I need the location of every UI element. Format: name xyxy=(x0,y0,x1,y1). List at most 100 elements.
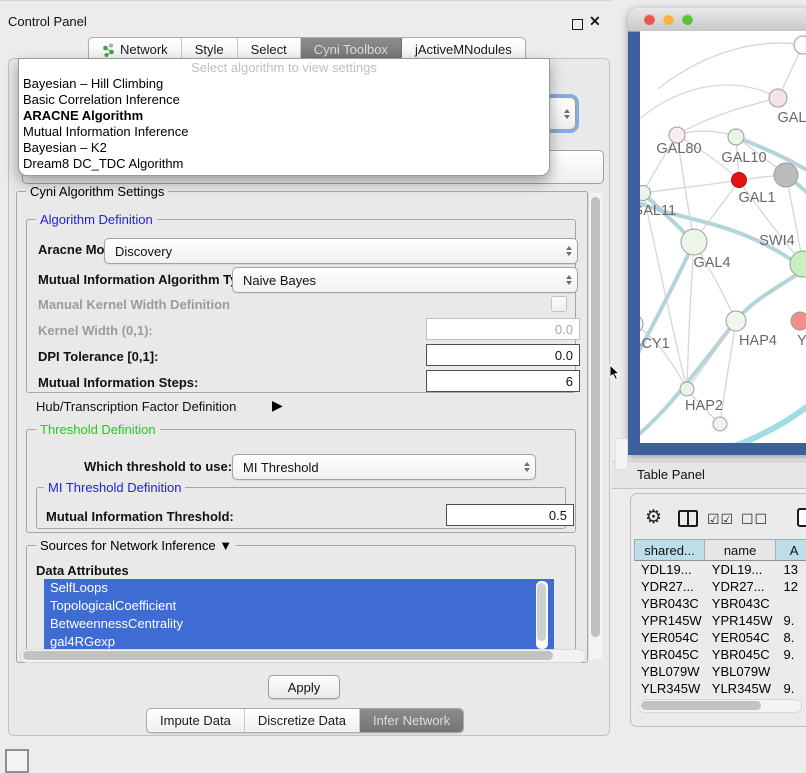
network-edge[interactable] xyxy=(726,403,806,443)
network-node[interactable] xyxy=(726,311,746,331)
mi-threshold-field[interactable]: 0.5 xyxy=(446,504,574,526)
list-vertical-scrollbar[interactable] xyxy=(536,581,548,649)
table-row[interactable]: YLR345WYLR345W9. xyxy=(634,680,806,697)
apply-button[interactable]: Apply xyxy=(268,675,340,699)
network-edge[interactable] xyxy=(640,85,778,126)
mi-steps-field[interactable]: 6 xyxy=(426,370,580,392)
mi-steps-value: 6 xyxy=(566,374,573,389)
network-node[interactable] xyxy=(728,129,744,145)
table-row[interactable]: YPR145WYPR145W9. xyxy=(634,612,806,629)
network-edge[interactable] xyxy=(677,98,778,135)
column-header-name[interactable]: name xyxy=(705,540,776,560)
dropdown-item[interactable]: Basic Correlation Inference xyxy=(19,92,549,108)
node-attribute-table[interactable]: shared...nameAYDL19...YDL19...13YDR27...… xyxy=(634,539,806,714)
network-node[interactable] xyxy=(681,229,707,255)
split-columns-icon[interactable] xyxy=(678,510,698,527)
network-node[interactable] xyxy=(790,251,806,277)
tab-label: Cyni Toolbox xyxy=(314,42,388,57)
network-window-titlebar[interactable] xyxy=(628,8,806,32)
mi-threshold-group-title: MI Threshold Definition xyxy=(44,480,185,495)
column-header-A[interactable]: A xyxy=(776,540,806,560)
algorithm-combobox[interactable] xyxy=(546,97,576,130)
hub-definition-label[interactable]: Hub/Transcription Factor Definition xyxy=(36,399,236,414)
dpi-tolerance-field[interactable]: 0.0 xyxy=(426,344,580,366)
network-edge[interactable] xyxy=(643,193,687,389)
which-threshold-combobox[interactable]: MI Threshold xyxy=(232,454,536,480)
table-cell: YBL079W xyxy=(705,663,777,680)
zoom-traffic-light-icon[interactable] xyxy=(682,14,693,25)
network-node[interactable] xyxy=(794,36,806,54)
dropdown-item-list: Bayesian – Hill ClimbingBasic Correlatio… xyxy=(19,76,549,172)
minimized-panel-icon[interactable] xyxy=(5,749,29,773)
close-traffic-light-icon[interactable] xyxy=(644,14,655,25)
tab-infer-network[interactable]: Infer Network xyxy=(360,709,463,732)
dropdown-item[interactable]: Mutual Information Inference xyxy=(19,124,549,140)
kernel-width-field[interactable]: 0.0 xyxy=(426,318,580,340)
table-cell: YPR145W xyxy=(634,612,705,629)
combo-stepper-icon xyxy=(524,462,530,472)
network-node[interactable] xyxy=(640,186,651,201)
column-header-shared[interactable]: shared... xyxy=(635,540,705,560)
dropdown-item[interactable]: Bayesian – Hill Climbing xyxy=(19,76,549,92)
panel-divider-handle[interactable] xyxy=(615,438,628,470)
network-edge[interactable] xyxy=(658,43,803,89)
network-edge[interactable] xyxy=(687,321,736,389)
collapsed-arrow-icon[interactable]: ▶ xyxy=(272,397,283,414)
sources-group-title[interactable]: Sources for Network Inference ▼ xyxy=(36,538,236,553)
dropdown-item[interactable]: Bayesian – K2 xyxy=(19,140,549,156)
data-attribute-item[interactable]: TopologicalCoefficient xyxy=(44,597,554,615)
table-row[interactable]: YBR043CYBR043C xyxy=(634,595,806,612)
network-edge[interactable] xyxy=(677,131,736,137)
settings-vertical-scrollbar[interactable] xyxy=(588,193,602,659)
node-label: GAL11 xyxy=(640,203,676,219)
settings-group-title: Cyni Algorithm Settings xyxy=(26,184,168,199)
table-cell: 13 xyxy=(776,561,806,578)
data-attribute-item[interactable]: SelfLoops xyxy=(44,579,554,597)
mi-type-value: Naive Bayes xyxy=(243,273,316,288)
network-node[interactable] xyxy=(774,163,798,187)
aracne-mode-combobox[interactable]: Discovery xyxy=(104,238,578,264)
mi-type-combobox[interactable]: Naive Bayes xyxy=(232,267,578,293)
table-cell: 12 xyxy=(776,578,806,595)
dropdown-item[interactable]: Dream8 DC_TDC Algorithm xyxy=(19,156,549,172)
network-node[interactable] xyxy=(769,89,787,107)
table-cell: YBR045C xyxy=(705,646,777,663)
network-node[interactable] xyxy=(680,382,694,396)
network-node[interactable] xyxy=(791,312,806,330)
table-options-icon[interactable] xyxy=(797,508,806,527)
network-node[interactable] xyxy=(713,417,727,431)
manual-kernel-checkbox[interactable] xyxy=(551,296,567,312)
node-label: GCY1 xyxy=(640,336,670,352)
tab-label: Impute Data xyxy=(160,713,231,728)
tab-impute-data[interactable]: Impute Data xyxy=(147,709,245,732)
table-horizontal-scrollbar[interactable] xyxy=(638,699,802,713)
table-cell xyxy=(776,595,806,612)
float-window-icon[interactable] xyxy=(572,19,583,30)
network-edge[interactable] xyxy=(640,324,687,389)
scrollbar-thumb[interactable] xyxy=(591,197,600,637)
gear-icon[interactable]: ⚙ xyxy=(645,506,662,529)
scrollbar-thumb[interactable] xyxy=(23,651,553,660)
dropdown-item[interactable]: ARACNE Algorithm xyxy=(19,108,549,124)
settings-horizontal-scrollbar[interactable] xyxy=(20,649,586,663)
scrollbar-thumb[interactable] xyxy=(537,583,546,641)
select-all-checkboxes-icon[interactable]: ☑☑ xyxy=(707,511,734,528)
data-attribute-item[interactable]: BetweennessCentrality xyxy=(44,615,554,633)
tab-discretize-data[interactable]: Discretize Data xyxy=(245,709,360,732)
network-edge[interactable] xyxy=(643,180,739,193)
table-row[interactable]: YBL079WYBL079W xyxy=(634,663,806,680)
scrollbar-thumb[interactable] xyxy=(641,701,761,710)
table-cell: YPR145W xyxy=(705,612,777,629)
network-canvas[interactable]: GALGAL80GAL10GAL1GAL11SWI4GAL4GCY1HAP4YH… xyxy=(640,31,806,443)
network-node[interactable] xyxy=(732,173,747,188)
table-row[interactable]: YBR045CYBR045C9. xyxy=(634,646,806,663)
data-attributes-list[interactable]: SelfLoopsTopologicalCoefficientBetweenne… xyxy=(44,579,554,652)
algorithm-dropdown-popup: Select algorithm to view settings Bayesi… xyxy=(18,58,550,176)
table-cell: YDL19... xyxy=(705,561,777,578)
clear-checkboxes-icon[interactable]: ☐☐ xyxy=(741,511,768,528)
close-icon[interactable]: ✕ xyxy=(589,13,601,30)
table-row[interactable]: YER054CYER054C8. xyxy=(634,629,806,646)
table-row[interactable]: YDR27...YDR27...12 xyxy=(634,578,806,595)
table-row[interactable]: YDL19...YDL19...13 xyxy=(634,561,806,578)
minimize-traffic-light-icon[interactable] xyxy=(663,14,674,25)
